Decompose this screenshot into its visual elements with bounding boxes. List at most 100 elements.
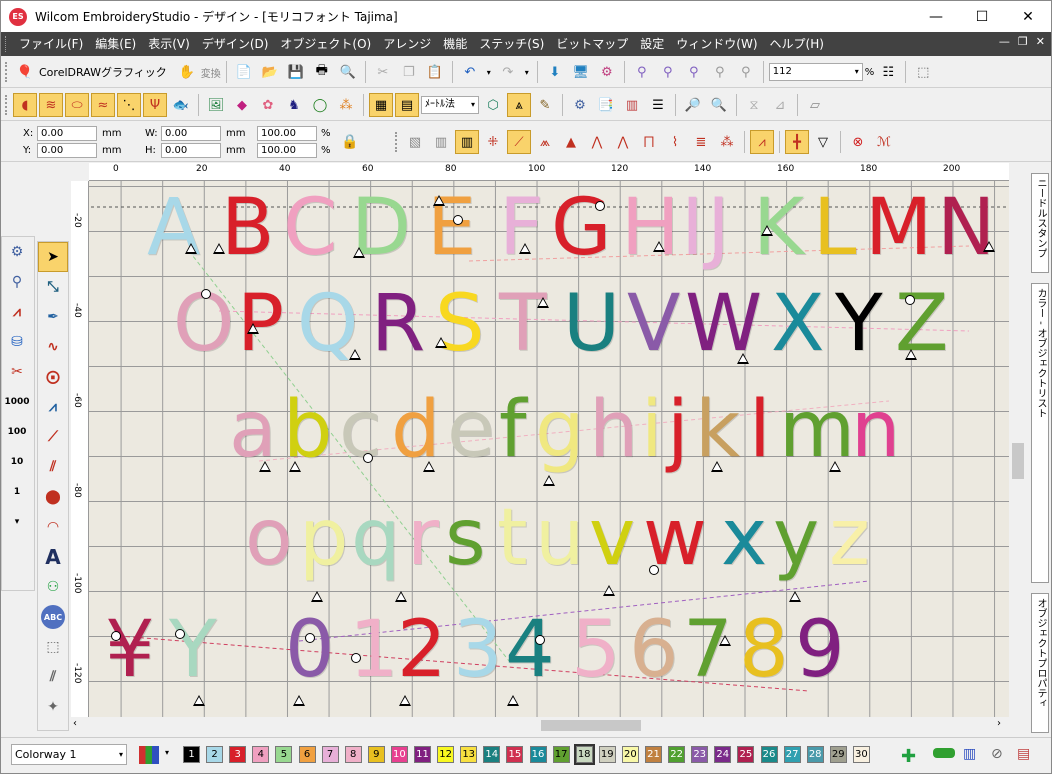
zoom-in-icon[interactable]: 🔎 xyxy=(681,93,705,117)
zigzag-stitch-icon[interactable]: ⩘ xyxy=(2,297,32,327)
glyph-v[interactable]: v xyxy=(589,499,635,577)
height-percent-field[interactable]: 100.00 xyxy=(257,143,317,158)
node-icon[interactable]: ⩘ xyxy=(38,392,68,422)
colorway-select[interactable]: Colorway 1 ▾ xyxy=(11,744,127,765)
monitor-icon[interactable]: 🖥 xyxy=(569,60,593,84)
stitch-type-c-icon[interactable]: ▥ xyxy=(455,130,479,154)
trident-icon[interactable]: Ψ xyxy=(143,93,167,117)
color-swatch-24[interactable]: 24 xyxy=(714,746,732,763)
color-swatch-14[interactable]: 14 xyxy=(483,746,501,763)
color-swatch-2[interactable]: 2 xyxy=(206,746,224,763)
colorway-dropdown-icon[interactable]: ▾ xyxy=(165,748,169,757)
docker-tab-object-properties[interactable]: オブジェクトプロパティ xyxy=(1031,593,1049,733)
zoom-100-icon[interactable]: 🔍 xyxy=(707,93,731,117)
color-swatch-12[interactable]: 12 xyxy=(437,746,455,763)
glyph-y[interactable]: y xyxy=(773,499,819,577)
figure-icon[interactable]: ♞ xyxy=(282,93,306,117)
glyph-h[interactable]: h xyxy=(589,391,638,469)
glyph-u[interactable]: u xyxy=(535,499,584,577)
stitch-1-button[interactable]: 1 xyxy=(2,477,32,507)
glyph-8[interactable]: 8 xyxy=(739,611,789,689)
break-apart-icon[interactable]: ⨀ xyxy=(38,362,68,392)
glyph-N[interactable]: N xyxy=(937,189,995,267)
satin-icon[interactable]: ⬭ xyxy=(65,93,89,117)
menu-help[interactable]: ヘルプ(H) xyxy=(764,33,830,55)
paste-icon[interactable]: 📋 xyxy=(423,60,447,84)
add-color-icon[interactable]: ✚ xyxy=(901,746,916,767)
colorway-editor-icon[interactable] xyxy=(139,746,159,764)
menu-file[interactable]: ファイル(F) xyxy=(13,33,89,55)
user-b-icon[interactable]: ⚲ xyxy=(656,60,680,84)
column-icon[interactable]: ≈ xyxy=(91,93,115,117)
color-swatch-13[interactable]: 13 xyxy=(460,746,478,763)
width-field[interactable]: 0.00 xyxy=(161,126,221,141)
glyph-k[interactable]: k xyxy=(695,391,740,469)
open-folder-icon[interactable]: 📂 xyxy=(258,60,282,84)
save-icon[interactable]: 💾 xyxy=(284,60,308,84)
glyph-m[interactable]: m xyxy=(779,391,855,469)
glyph-9[interactable]: 9 xyxy=(795,611,845,689)
color-swatch-7[interactable]: 7 xyxy=(321,746,339,763)
close-window-button[interactable]: ✕ xyxy=(1005,1,1051,32)
glyph-z[interactable]: z xyxy=(829,499,870,577)
glyph-e[interactable]: e xyxy=(447,391,495,469)
color-bars-icon[interactable]: ▥ xyxy=(620,93,644,117)
user-c-icon[interactable]: ⚲ xyxy=(682,60,706,84)
grid-dots-icon[interactable]: ▤ xyxy=(395,93,419,117)
select-arrow-icon[interactable]: ➤ xyxy=(38,242,68,272)
color-swatch-11[interactable]: 11 xyxy=(414,746,431,763)
stitch-type-a-icon[interactable]: ▧ xyxy=(403,130,427,154)
stitch-type-d-icon[interactable]: ⁜ xyxy=(481,130,505,154)
flower-icon[interactable]: ✿ xyxy=(256,93,280,117)
convert-icon[interactable]: ✋ xyxy=(175,60,199,84)
zoom-level-field[interactable]: 112 ▾ xyxy=(768,63,863,81)
glyph-0[interactable]: 0 xyxy=(285,611,335,689)
color-swatch-6[interactable]: 6 xyxy=(298,746,316,763)
menu-design[interactable]: デザイン(D) xyxy=(196,33,275,55)
color-swatch-22[interactable]: 22 xyxy=(668,746,686,763)
thread-icon[interactable] xyxy=(933,748,955,758)
glyph-L[interactable]: L xyxy=(813,189,856,267)
stitch-type-g-icon[interactable]: ▲ xyxy=(559,130,583,154)
zoom-options-icon[interactable]: ☷ xyxy=(876,60,900,84)
hoop-icon[interactable]: ⬡ xyxy=(481,93,505,117)
menu-object[interactable]: オブジェクト(O) xyxy=(274,33,377,55)
wreath-icon[interactable]: ◯ xyxy=(308,93,332,117)
mirror-icon[interactable]: ⧖ xyxy=(742,93,766,117)
reshape-icon[interactable]: ⤡ xyxy=(38,272,68,302)
glyph-5[interactable]: 5 xyxy=(571,611,621,689)
stitch-10-button[interactable]: 10 xyxy=(2,447,32,477)
stitch-type-f-icon[interactable]: ⩕ xyxy=(533,130,557,154)
stitch-player-icon[interactable]: ⚙ xyxy=(568,93,592,117)
undo-icon[interactable]: ↶ xyxy=(458,60,482,84)
vertical-scroll-thumb[interactable] xyxy=(1012,443,1024,479)
color-swatch-25[interactable]: 25 xyxy=(737,746,755,763)
color-swatch-19[interactable]: 19 xyxy=(598,746,616,763)
color-swatch-4[interactable]: 4 xyxy=(252,746,270,763)
glyph-U[interactable]: U xyxy=(563,285,620,363)
glyph-c[interactable]: c xyxy=(339,391,382,469)
stitch-1000-button[interactable]: 1000 xyxy=(2,387,32,417)
glyph-n[interactable]: n xyxy=(851,391,900,469)
monogram-icon[interactable]: ABC xyxy=(41,605,65,629)
color-spools-icon[interactable]: ⚙ xyxy=(595,60,619,84)
undo-dropdown-icon[interactable]: ▾ xyxy=(484,60,494,84)
horizontal-scroll-thumb[interactable] xyxy=(541,720,641,731)
print-preview-icon[interactable]: 🔍 xyxy=(336,60,360,84)
user-d-icon[interactable]: ⚲ xyxy=(708,60,732,84)
ruler-origin[interactable] xyxy=(71,163,89,181)
bug-icon[interactable]: ✎ xyxy=(533,93,557,117)
redo-dropdown-icon[interactable]: ▾ xyxy=(522,60,532,84)
menu-window[interactable]: ウィンドウ(W) xyxy=(670,33,763,55)
menu-view[interactable]: 表示(V) xyxy=(142,33,196,55)
glyph-d[interactable]: d xyxy=(391,391,441,469)
shapes-icon[interactable]: ◆ xyxy=(230,93,254,117)
redo-icon[interactable]: ↷ xyxy=(496,60,520,84)
lock-proportions-icon[interactable]: 🔒 xyxy=(341,134,358,150)
stitch-type-e-icon[interactable]: ⟋ xyxy=(507,130,531,154)
color-swatch-18[interactable]: 18 xyxy=(573,744,595,765)
stitch-type-b-icon[interactable]: ▥ xyxy=(429,130,453,154)
list-icon[interactable]: ☰ xyxy=(646,93,670,117)
signature-icon[interactable]: ℳ xyxy=(872,130,896,154)
balls-icon[interactable]: ⁂ xyxy=(334,93,358,117)
